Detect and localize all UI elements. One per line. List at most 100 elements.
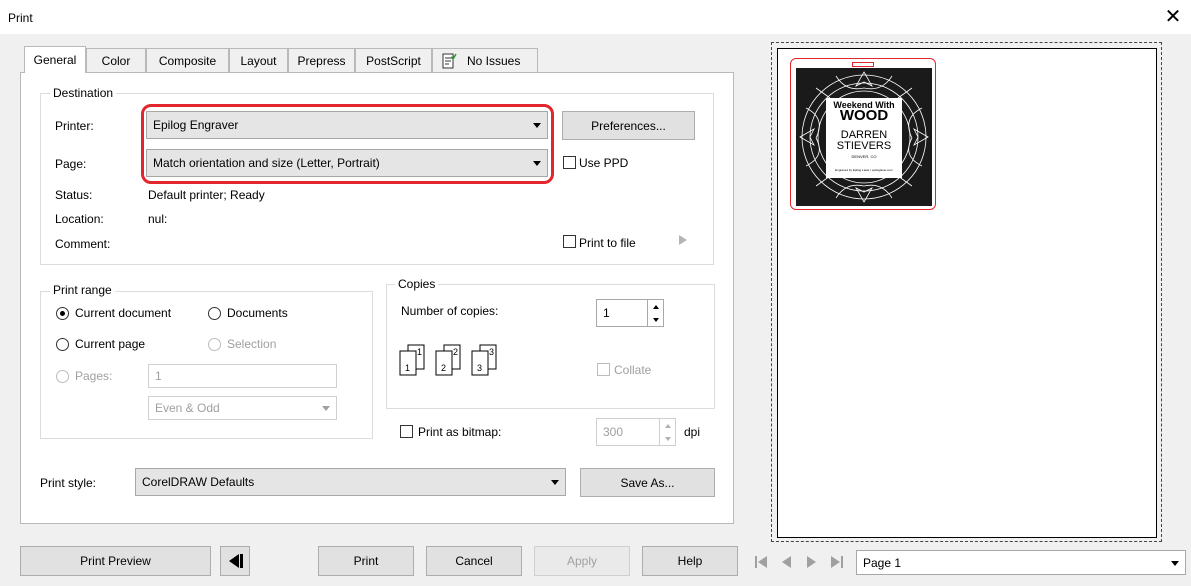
print-to-file-checkbox[interactable] — [563, 235, 576, 248]
pages-input[interactable]: 1 — [148, 364, 337, 388]
page-navigation-value: Page 1 — [863, 555, 902, 570]
first-page-icon[interactable] — [754, 555, 768, 569]
chevron-down-icon — [533, 161, 541, 166]
current-page-label: Current page — [75, 337, 146, 351]
pages-radio[interactable] — [56, 370, 69, 383]
printer-label: Printer: — [55, 119, 94, 133]
close-icon[interactable]: ✕ — [1160, 4, 1186, 30]
tab-composite[interactable]: Composite — [146, 48, 229, 72]
location-value: nul: — [148, 212, 168, 226]
pages-label: Pages: — [75, 369, 113, 383]
tab-prepress[interactable]: Prepress — [288, 48, 355, 72]
status-label: Status: — [55, 188, 93, 202]
tab-label: General — [33, 53, 77, 67]
dpi-stepper-arrows[interactable] — [659, 419, 675, 445]
tab-label: Layout — [240, 53, 277, 68]
save-as-button[interactable]: Save As... — [580, 468, 715, 497]
chevron-up-icon[interactable] — [664, 423, 671, 428]
print-style-label: Print style: — [40, 476, 97, 490]
tab-postscript[interactable]: PostScript — [355, 48, 432, 72]
save-as-label: Save As... — [620, 475, 675, 490]
current-page-radio[interactable] — [56, 338, 69, 351]
even-odd-select[interactable]: Even & Odd — [148, 396, 337, 420]
documents-radio[interactable] — [208, 307, 221, 320]
stepper-arrows[interactable] — [647, 300, 663, 326]
collate-num: 3 — [489, 347, 494, 357]
apply-button[interactable]: Apply — [534, 546, 630, 576]
current-document-label: Current document — [75, 306, 172, 320]
collapse-preview-button[interactable] — [220, 546, 250, 576]
documents-label: Documents — [227, 306, 288, 320]
help-button[interactable]: Help — [642, 546, 738, 576]
tab-issues[interactable]: No Issues — [432, 48, 538, 72]
chevron-up-icon[interactable] — [652, 304, 659, 309]
chevron-down-icon[interactable] — [652, 317, 659, 322]
status-value: Default printer; Ready — [148, 188, 265, 202]
page-select[interactable]: Match orientation and size (Letter, Port… — [146, 149, 548, 177]
pages-input-value: 1 — [155, 369, 162, 383]
tab-label: Prepress — [297, 53, 346, 68]
print-button[interactable]: Print — [318, 546, 414, 576]
collate-num: 1 — [417, 347, 422, 357]
title-bar — [0, 0, 1191, 34]
page-select-value: Match orientation and size (Letter, Port… — [153, 156, 380, 170]
artwork-line2: WOOD — [839, 107, 889, 124]
dpi-unit: dpi — [684, 425, 701, 439]
chevron-down-icon — [533, 123, 541, 128]
tab-color[interactable]: Color — [86, 48, 146, 72]
collate-num: 2 — [441, 363, 446, 373]
preferences-button[interactable]: Preferences... — [562, 111, 695, 140]
print-preview-button[interactable]: Print Preview — [20, 546, 211, 576]
help-label: Help — [677, 554, 703, 568]
next-page-icon[interactable] — [806, 555, 818, 569]
page-label: Page: — [55, 157, 87, 171]
print-style-value: CorelDRAW Defaults — [142, 475, 255, 489]
artwork-line6: Engraved by Epilog Laser | epiloglaser.c… — [835, 168, 893, 172]
chevron-down-icon — [322, 406, 330, 411]
current-document-radio[interactable] — [56, 307, 69, 320]
chevron-down-icon — [1171, 560, 1179, 566]
comment-label: Comment: — [55, 237, 111, 251]
apply-label: Apply — [566, 554, 598, 568]
last-page-icon[interactable] — [830, 555, 844, 569]
print-preview-label: Print Preview — [80, 554, 151, 568]
location-label: Location: — [55, 212, 104, 226]
collate-checkbox[interactable] — [597, 363, 610, 376]
use-ppd-checkbox[interactable] — [563, 156, 576, 169]
dpi-stepper[interactable]: 300 — [596, 418, 676, 446]
collate-num: 3 — [477, 363, 482, 373]
collate-num: 2 — [453, 347, 458, 357]
copies-stepper[interactable]: 1 — [596, 299, 664, 327]
copies-value: 1 — [603, 306, 610, 320]
print-to-file-label: Print to file — [579, 236, 636, 250]
hang-hole — [852, 62, 874, 67]
chevron-down-icon[interactable] — [664, 436, 671, 441]
tab-label: PostScript — [366, 53, 421, 68]
play-arrow-icon[interactable] — [678, 234, 688, 246]
even-odd-value: Even & Odd — [155, 401, 220, 415]
print-range-title: Print range — [50, 283, 115, 297]
page-navigation-select[interactable]: Page 1 — [856, 550, 1186, 575]
print-as-bitmap-checkbox[interactable] — [400, 425, 413, 438]
tab-layout[interactable]: Layout — [229, 48, 288, 72]
print-as-bitmap-label: Print as bitmap: — [418, 425, 502, 439]
document-check-icon — [442, 53, 457, 68]
previous-page-icon[interactable] — [780, 555, 792, 569]
selection-radio[interactable] — [208, 338, 221, 351]
chevron-down-icon — [551, 480, 559, 485]
tab-general[interactable]: General — [24, 46, 86, 73]
print-style-select[interactable]: CorelDRAW Defaults — [135, 468, 566, 496]
number-of-copies-label: Number of copies: — [401, 304, 499, 318]
tab-label: Color — [101, 53, 131, 68]
collate-num: 1 — [405, 363, 410, 373]
destination-group-title: Destination — [50, 86, 117, 100]
selection-label: Selection — [227, 337, 277, 351]
tab-label: Composite — [158, 53, 217, 68]
collate-label: Collate — [614, 363, 652, 377]
printer-select-value: Epilog Engraver — [153, 118, 239, 132]
collate-pages-icon: 1 1 2 2 3 3 — [399, 344, 497, 376]
collapse-left-icon — [229, 554, 243, 568]
cancel-button[interactable]: Cancel — [426, 546, 522, 576]
printer-select[interactable]: Epilog Engraver — [146, 111, 548, 139]
preferences-button-label: Preferences... — [591, 118, 666, 133]
